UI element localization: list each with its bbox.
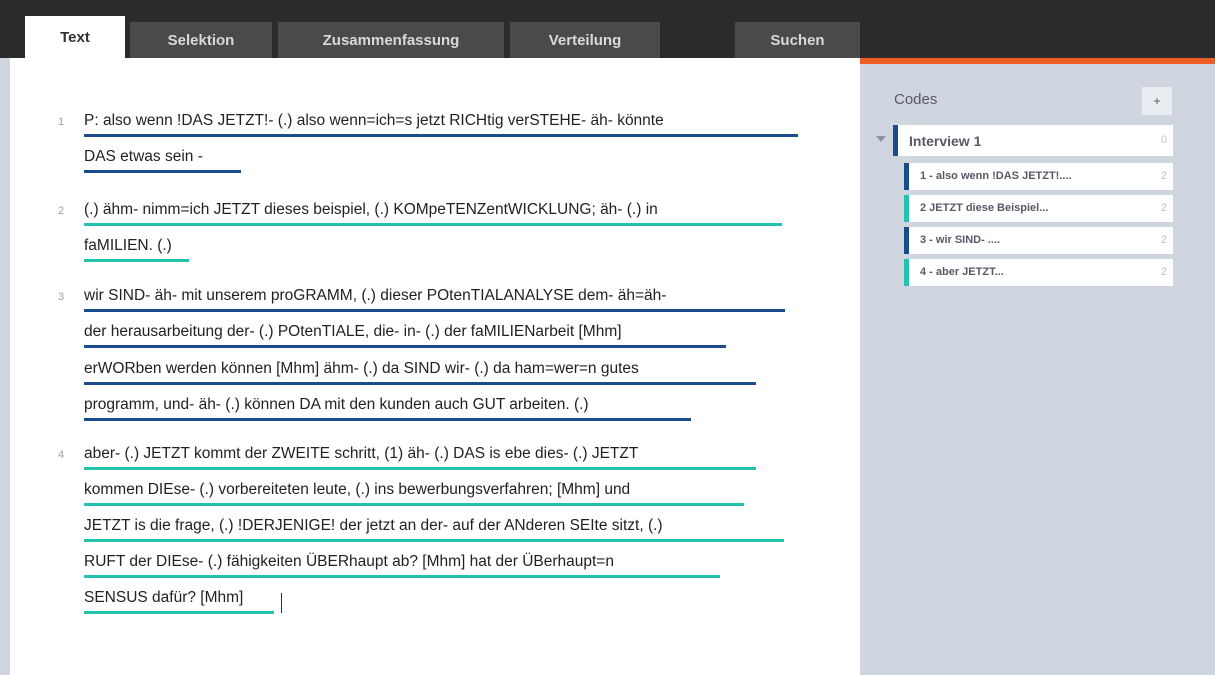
code-item[interactable]: 4 - aber JETZT... 2 [904,259,1173,286]
line-number: 2 [58,205,65,217]
code-underline [84,503,744,506]
code-count: 2 [1160,266,1167,278]
transcript-line[interactable]: programm, und- äh- (.) können DA mit den… [84,395,589,415]
code-underline [84,418,691,421]
code-item[interactable]: 1 - also wenn !DAS JETZT!.... 2 [904,163,1173,190]
line-number: 4 [58,449,65,461]
code-label: 4 - aber JETZT... [920,266,1004,278]
code-label: 3 - wir SIND- .... [920,234,1001,246]
code-count: 2 [1160,202,1167,214]
code-underline [84,539,784,542]
code-color-bar [904,163,909,190]
transcript-line[interactable]: erWORben werden können [Mhm] ähm- (.) da… [84,359,639,379]
tab-suchen-label: Suchen [770,31,825,49]
codes-title: Codes [894,91,938,108]
add-code-button[interactable]: + [1142,87,1172,115]
transcript-line[interactable]: wir SIND- äh- mit unserem proGRAMM, (.) … [84,286,666,306]
code-underline [84,309,785,312]
tab-text[interactable]: Text [25,16,125,58]
transcript-editor[interactable]: 1 P: also wenn !DAS JETZT!- (.) also wen… [10,58,860,675]
transcript-line[interactable]: SENSUS dafür? [Mhm] [84,588,243,608]
code-underline [84,467,756,470]
codes-panel: Codes + Interview 1 0 1 - also wenn !DAS… [860,64,1215,675]
line-number: 1 [58,116,65,128]
text-cursor [281,593,282,613]
tab-zusammenfassung-label: Zusammenfassung [322,31,460,49]
code-item[interactable]: 2 JETZT diese Beispiel... 2 [904,195,1173,222]
tab-verteilung-label: Verteilung [548,31,622,49]
tab-text-label: Text [60,28,90,46]
transcript-line[interactable]: der herausarbeitung der- (.) POtenTIALE,… [84,322,622,342]
code-underline [84,382,756,385]
code-label: 1 - also wenn !DAS JETZT!.... [920,170,1072,182]
left-margin-strip [0,58,10,675]
tab-verteilung[interactable]: Verteilung [510,22,660,58]
collapse-arrow-icon[interactable] [876,136,886,142]
code-label: 2 JETZT diese Beispiel... [920,202,1049,214]
tab-zusammenfassung[interactable]: Zusammenfassung [278,22,504,58]
code-count: 2 [1160,170,1167,182]
code-underline [84,345,726,348]
code-underline [84,170,241,173]
interview-node[interactable]: Interview 1 0 [893,125,1173,156]
transcript-line[interactable]: JETZT is die frage, (.) !DERJENIGE! der … [84,516,663,536]
code-count: 2 [1160,234,1167,246]
interview-count: 0 [1160,134,1167,146]
transcript-line[interactable]: (.) ähm- nimm=ich JETZT dieses beispiel,… [84,200,658,220]
code-underline [84,223,782,226]
tab-selektion[interactable]: Selektion [130,22,272,58]
transcript-line[interactable]: DAS etwas sein - [84,147,203,167]
interview-label: Interview 1 [909,133,982,149]
transcript-line[interactable]: faMILIEN. (.) [84,236,172,256]
line-number: 3 [58,291,65,303]
code-color-bar [904,259,909,286]
transcript-line[interactable]: RUFT der DIEse- (.) fähigkeiten ÜBERhaup… [84,552,614,572]
interview-color-bar [893,125,898,156]
transcript-line[interactable]: P: also wenn !DAS JETZT!- (.) also wenn=… [84,111,664,131]
code-underline [84,611,274,614]
code-item[interactable]: 3 - wir SIND- .... 2 [904,227,1173,254]
code-color-bar [904,227,909,254]
transcript-line[interactable]: kommen DIEse- (.) vorbereiteten leute, (… [84,480,630,500]
tab-suchen[interactable]: Suchen [735,22,860,58]
code-underline [84,259,189,262]
code-underline [84,575,720,578]
transcript-line[interactable]: aber- (.) JETZT kommt der ZWEITE schritt… [84,444,638,464]
tab-selektion-label: Selektion [167,31,235,49]
code-color-bar [904,195,909,222]
code-underline [84,134,798,137]
